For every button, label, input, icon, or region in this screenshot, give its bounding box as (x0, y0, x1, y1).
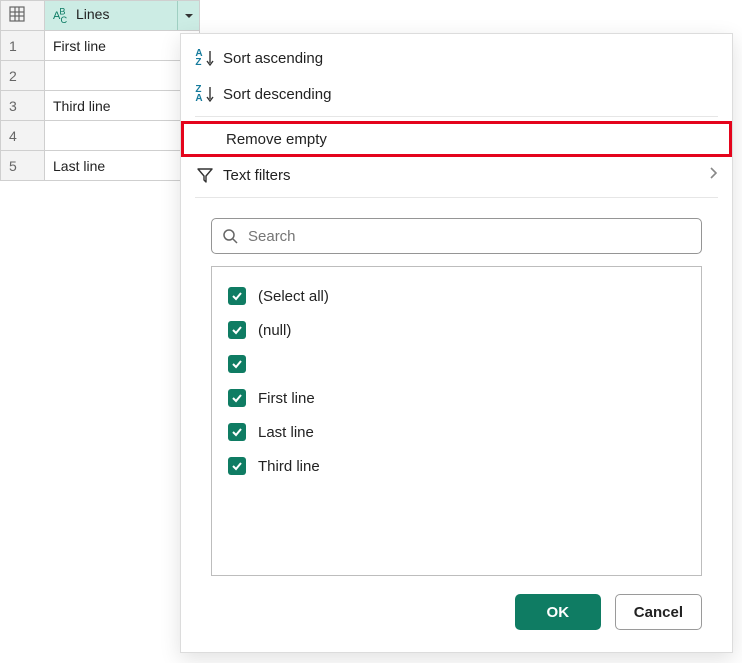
option-label: Third line (258, 458, 320, 475)
menu-sort-descending[interactable]: ZA Sort descending (181, 76, 732, 112)
menu-label: Remove empty (222, 131, 715, 148)
sort-descending-icon: ZA (195, 85, 214, 103)
cell[interactable]: Third line (45, 91, 200, 121)
column-type-badge: ABC (53, 10, 66, 22)
option-label: (null) (258, 322, 291, 339)
dialog-buttons: OK Cancel (515, 594, 702, 630)
row-number: 3 (1, 91, 45, 121)
filter-option[interactable]: First line (222, 381, 691, 415)
filter-option-select-all[interactable]: (Select all) (222, 279, 691, 313)
table-icon (9, 6, 25, 22)
filter-value-list: (Select all) (null) First line Last line… (211, 266, 702, 576)
option-label: (Select all) (258, 288, 329, 305)
menu-label: Sort ascending (219, 50, 718, 67)
column-name: Lines (76, 6, 109, 22)
filter-search-box[interactable] (211, 218, 702, 254)
column-filter-button[interactable] (177, 1, 199, 30)
checkbox-checked-icon (228, 355, 246, 373)
data-table: ABC Lines 1First line 2 3Third line 4 5L… (0, 0, 200, 181)
cell[interactable]: First line (45, 31, 200, 61)
caret-down-icon (184, 11, 194, 21)
checkbox-checked-icon (228, 389, 246, 407)
filter-search-input[interactable] (246, 227, 691, 246)
menu-label: Text filters (219, 167, 708, 184)
option-label: First line (258, 390, 315, 407)
chevron-right-icon (708, 166, 718, 184)
menu-remove-empty[interactable]: Remove empty (181, 121, 732, 157)
menu-separator (195, 197, 718, 198)
filter-icon (196, 166, 214, 184)
column-filter-popup: AZ Sort ascending ZA Sort descending Rem… (180, 33, 733, 653)
filter-option-blank[interactable] (222, 347, 691, 381)
button-label: OK (547, 604, 570, 621)
row-number: 5 (1, 151, 45, 181)
row-number: 2 (1, 61, 45, 91)
menu-sort-ascending[interactable]: AZ Sort ascending (181, 40, 732, 76)
menu-text-filters[interactable]: Text filters (181, 157, 732, 193)
checkbox-checked-icon (228, 423, 246, 441)
option-label: Last line (258, 424, 314, 441)
cell[interactable]: Last line (45, 151, 200, 181)
row-number: 1 (1, 31, 45, 61)
menu-label: Sort descending (219, 86, 718, 103)
cancel-button[interactable]: Cancel (615, 594, 702, 630)
sort-ascending-icon: AZ (195, 49, 214, 67)
checkbox-checked-icon (228, 457, 246, 475)
filter-menu: AZ Sort ascending ZA Sort descending Rem… (181, 34, 732, 198)
filter-option-null[interactable]: (null) (222, 313, 691, 347)
table-corner (1, 1, 45, 31)
filter-option[interactable]: Last line (222, 415, 691, 449)
button-label: Cancel (634, 604, 683, 621)
row-number: 4 (1, 121, 45, 151)
checkbox-checked-icon (228, 321, 246, 339)
menu-separator (195, 116, 718, 117)
cell[interactable] (45, 61, 200, 91)
search-icon (222, 228, 238, 244)
column-header-lines[interactable]: ABC Lines (45, 1, 200, 31)
ok-button[interactable]: OK (515, 594, 601, 630)
cell[interactable] (45, 121, 200, 151)
filter-option[interactable]: Third line (222, 449, 691, 483)
checkbox-checked-icon (228, 287, 246, 305)
